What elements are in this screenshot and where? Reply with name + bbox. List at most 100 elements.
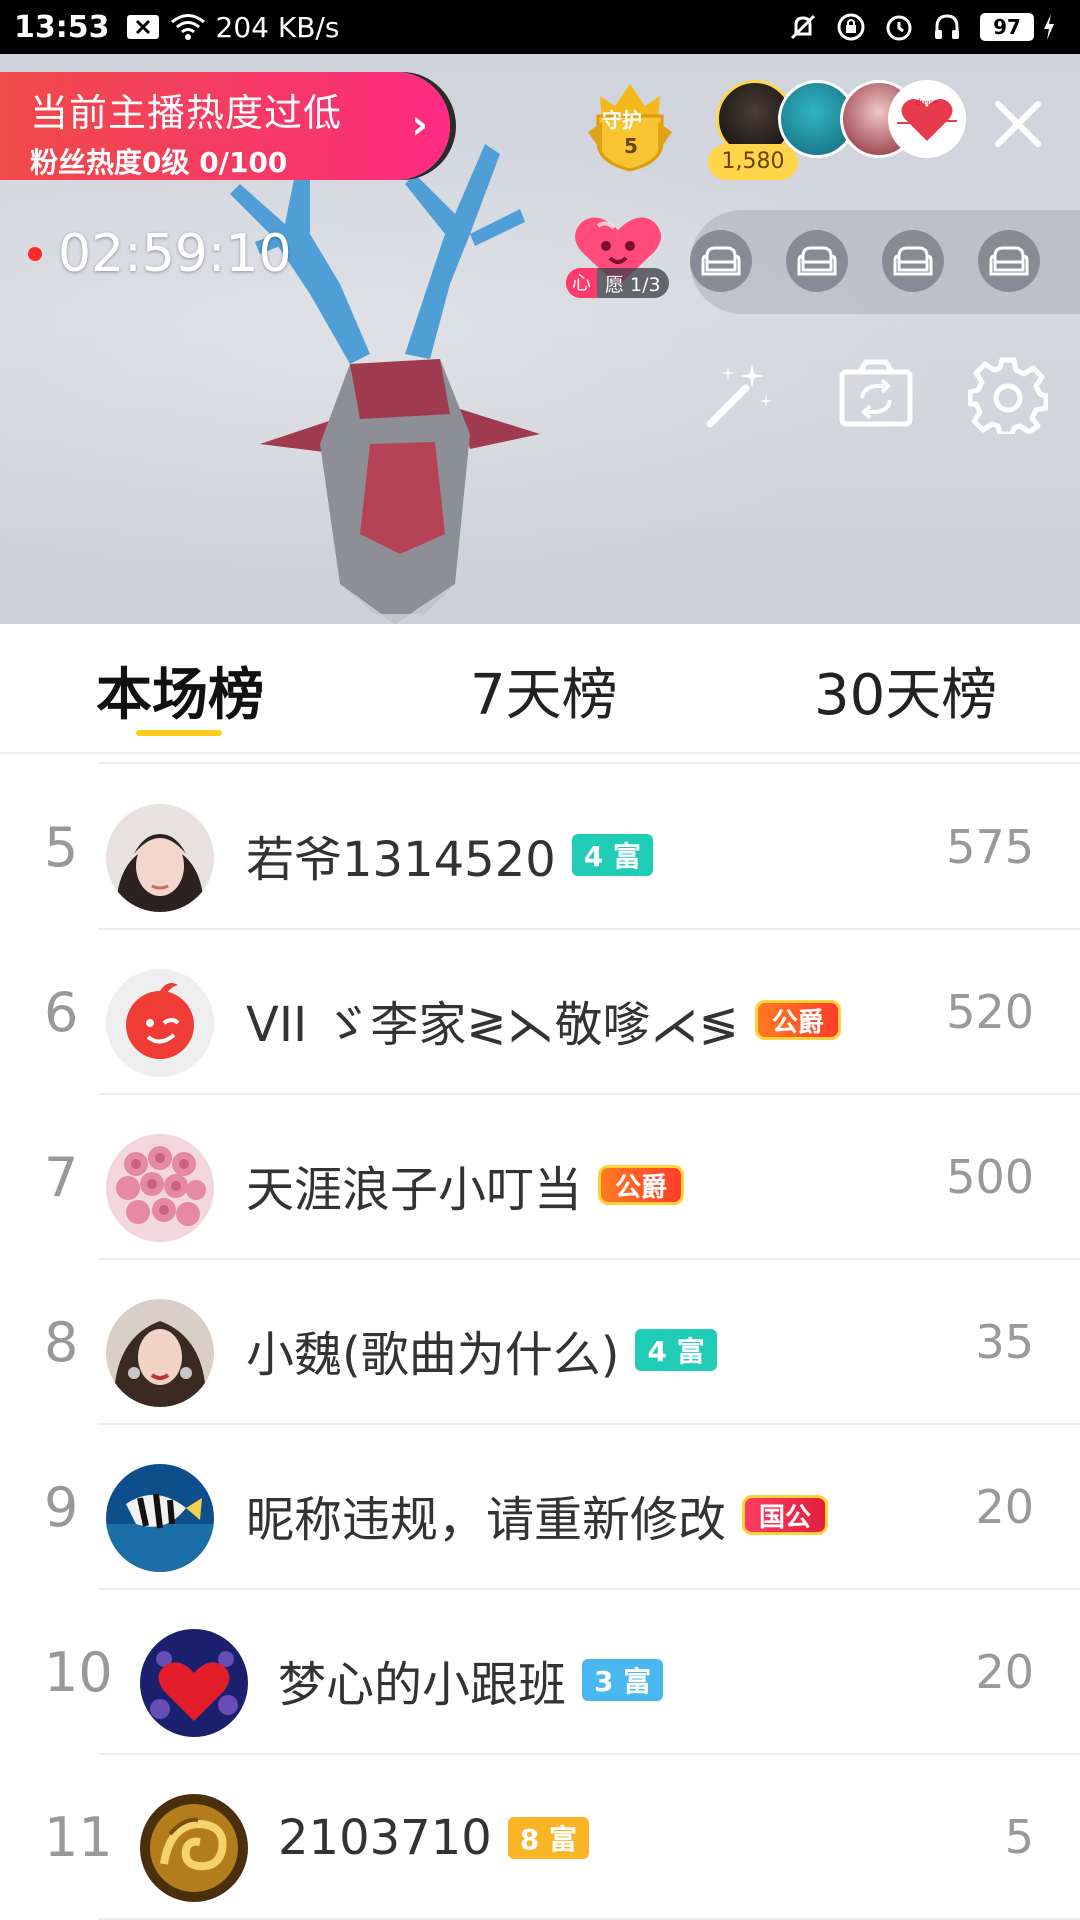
avatar[interactable] xyxy=(106,804,214,912)
beauty-filter-button[interactable] xyxy=(700,354,780,434)
contribution-score: 500 xyxy=(946,1150,1034,1204)
wish-progress-badge: 心 愿 1/3 xyxy=(566,268,669,298)
heart-pulse-icon: dream xyxy=(897,97,957,141)
list-item[interactable]: 6 VII ゞ李家≷⋋敬嗲⋌≶ 公爵 520 xyxy=(0,931,1080,1095)
live-timer-value: 02:59:10 xyxy=(58,224,292,284)
user-name: 天涯浪子小叮当 xyxy=(246,1162,583,1218)
rank-number: 9 xyxy=(44,1476,79,1539)
recording-dot-icon xyxy=(28,247,42,261)
avatar[interactable] xyxy=(106,969,214,1077)
close-icon xyxy=(995,101,1041,147)
close-button[interactable] xyxy=(988,94,1048,154)
sofa-icon xyxy=(893,246,933,276)
divider xyxy=(98,1753,1080,1755)
wish-badge-value: 愿 1/3 xyxy=(605,273,661,296)
switch-camera-button[interactable] xyxy=(836,354,916,434)
sofa-icon xyxy=(701,246,741,276)
list-item[interactable]: 10 梦心的小跟班 3 富 20 xyxy=(0,1591,1080,1755)
wealth-level-badge: 8 富 xyxy=(507,1817,590,1859)
live-timer: 02:59:10 xyxy=(28,224,292,284)
avatar[interactable] xyxy=(140,1629,248,1737)
avatar[interactable]: dream xyxy=(888,80,966,158)
contribution-score: 520 xyxy=(946,985,1034,1039)
charging-icon xyxy=(1042,13,1056,41)
avatar[interactable] xyxy=(106,1464,214,1572)
sofa-seat-button[interactable] xyxy=(786,230,848,292)
list-item-name: 若爷1314520 4 富 xyxy=(246,820,654,890)
settings-button[interactable] xyxy=(967,354,1049,437)
noble-title-badge: 公爵 xyxy=(754,1000,841,1040)
chevron-right-icon: › xyxy=(411,102,428,148)
guard-label: 守护 xyxy=(602,108,642,132)
gear-icon xyxy=(967,357,1049,437)
live-video[interactable]: 当前主播热度过低 粉丝热度0级 0/100 › 02:59:10 守护 5 dr… xyxy=(0,54,1080,624)
avatar-caption: dream xyxy=(916,97,939,107)
rank-number: 7 xyxy=(44,1146,79,1209)
status-time: 13:53 xyxy=(14,9,110,45)
sofa-seat-button[interactable] xyxy=(882,230,944,292)
wealth-level-badge: 4 富 xyxy=(635,1329,717,1371)
alarm-icon xyxy=(884,12,914,42)
leaderboard-tabs: 本场榜 7天榜 30天榜 xyxy=(0,624,1080,754)
network-speed: 204 KB/s xyxy=(215,10,340,44)
bell-muted-icon xyxy=(788,12,818,42)
tab-this-session[interactable]: 本场榜 xyxy=(96,650,264,731)
status-bar: 13:53 204 KB/s 97 xyxy=(0,0,1080,54)
list-item-name: 2103710 8 富 xyxy=(278,1810,590,1866)
list-item[interactable]: 5 若爷1314520 4 富 575 xyxy=(0,766,1080,930)
guest-seats xyxy=(690,210,1080,314)
list-item[interactable]: 9 昵称违规，请重新修改 国公 20 xyxy=(0,1426,1080,1590)
avatar[interactable] xyxy=(140,1794,248,1902)
camera-switch-icon xyxy=(839,359,913,427)
tab-7-days[interactable]: 7天榜 xyxy=(470,650,618,731)
contribution-score: 20 xyxy=(975,1480,1034,1534)
guard-count: 5 xyxy=(624,134,638,158)
noble-title-badge: 公爵 xyxy=(598,1165,685,1205)
divider xyxy=(98,1423,1080,1425)
wealth-level-badge: 4 富 xyxy=(571,834,654,876)
user-name: 小魏(歌曲为什么) xyxy=(246,1327,620,1383)
list-item[interactable]: 8 小魏(歌曲为什么) 4 富 35 xyxy=(0,1261,1080,1425)
list-item[interactable]: 11 2103710 8 富 5 xyxy=(0,1756,1080,1920)
divider xyxy=(98,1258,1080,1260)
tab-30-days[interactable]: 30天榜 xyxy=(814,650,997,731)
rank-number: 6 xyxy=(44,981,79,1044)
viewer-count: 1,580 xyxy=(708,144,798,180)
user-name: VII ゞ李家≷⋋敬嗲⋌≶ xyxy=(246,997,739,1053)
divider xyxy=(98,928,1080,930)
list-item-name: VII ゞ李家≷⋋敬嗲⋌≶ 公爵 xyxy=(246,985,841,1055)
rank-number: 11 xyxy=(44,1806,113,1869)
noble-title-badge: 国公 xyxy=(742,1495,829,1535)
contribution-score: 20 xyxy=(975,1645,1034,1699)
list-item-name: 天涯浪子小叮当 公爵 xyxy=(246,1150,685,1220)
magic-wand-icon xyxy=(706,364,773,428)
guard-badge[interactable]: 守护 5 xyxy=(580,76,680,172)
headphones-icon xyxy=(932,12,962,42)
lock-rotation-icon xyxy=(836,12,866,42)
notification-x-icon xyxy=(126,14,160,40)
wish-badge-key: 心 xyxy=(566,268,598,298)
user-name: 梦心的小跟班 xyxy=(278,1657,567,1713)
low-heat-banner[interactable]: 当前主播热度过低 粉丝热度0级 0/100 › xyxy=(0,72,450,180)
deer-head-decoration xyxy=(230,144,540,624)
user-name: 2103710 xyxy=(278,1810,492,1866)
sofa-seat-button[interactable] xyxy=(690,230,752,292)
active-tab-indicator xyxy=(136,730,222,736)
divider xyxy=(98,762,1080,764)
heat-banner-subtitle: 粉丝热度0级 0/100 xyxy=(30,146,288,179)
contribution-score: 575 xyxy=(946,820,1034,874)
rank-number: 5 xyxy=(44,816,79,879)
rank-number: 8 xyxy=(44,1311,79,1374)
ranking-list[interactable]: 5 若爷1314520 4 富 575 6 VII ゞ李家≷⋋敬嗲⋌≶ 公爵 5… xyxy=(0,758,1080,1920)
contribution-score: 5 xyxy=(1004,1810,1034,1864)
user-name: 若爷1314520 xyxy=(246,832,556,888)
sofa-seat-button[interactable] xyxy=(978,230,1040,292)
avatar[interactable] xyxy=(106,1299,214,1407)
wealth-level-badge: 3 富 xyxy=(582,1659,664,1701)
divider xyxy=(98,1093,1080,1095)
list-item[interactable]: 7 天涯浪子小叮当 公爵 500 xyxy=(0,1096,1080,1260)
list-item-name: 昵称违规，请重新修改 国公 xyxy=(246,1480,829,1550)
sofa-icon xyxy=(797,246,837,276)
battery-level: 97 xyxy=(980,13,1034,41)
avatar[interactable] xyxy=(106,1134,214,1242)
